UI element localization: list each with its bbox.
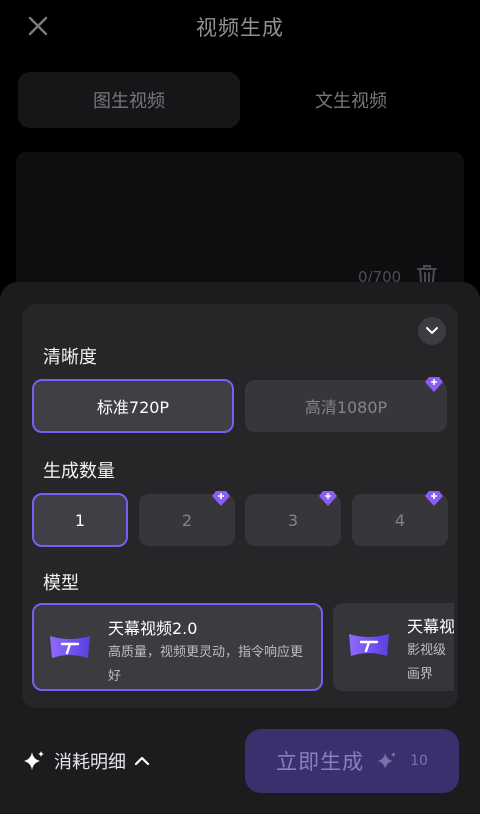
model-desc: 影视级画界 [407, 643, 447, 682]
resolution-1080p[interactable]: 高清1080P [245, 380, 447, 432]
model-desc: 高质量，视频更灵动，指令响应更好 [108, 645, 304, 684]
count-option-1[interactable]: 1 [32, 493, 128, 547]
cost-label: 消耗明细 [54, 752, 126, 773]
resolution-720p[interactable]: 标准720P [32, 379, 234, 433]
chevron-up-icon [134, 756, 150, 766]
collapse-button[interactable] [418, 317, 446, 345]
tab-text-to-video[interactable]: 文生视频 [240, 72, 462, 128]
diamond-icon [212, 491, 230, 506]
tab-image-to-video[interactable]: 图生视频 [18, 72, 240, 128]
sparkle-icon [377, 751, 397, 770]
tianmu-logo-icon [349, 634, 389, 656]
model-name: 天幕视频2.0 [108, 619, 198, 638]
cost-details-toggle[interactable]: 消耗明细 [22, 748, 150, 774]
sparkle-icon [24, 751, 44, 770]
model-card[interactable]: 天幕视 影视级画界 [333, 603, 454, 691]
diamond-icon [425, 491, 443, 506]
model-card[interactable]: 天幕视频2.0 高质量，视频更灵动，指令响应更好 [32, 603, 323, 691]
count-label: 生成数量 [43, 461, 115, 482]
model-name: 天幕视 [407, 617, 454, 636]
generate-label: 立即生成 [276, 750, 365, 774]
generate-button[interactable]: 立即生成 10 [245, 729, 459, 793]
model-carousel[interactable]: 天幕视频2.0 高质量，视频更灵动，指令响应更好 天幕视 影视级画界 [22, 600, 454, 696]
generate-cost: 10 [410, 753, 428, 769]
chevron-down-icon [426, 327, 438, 334]
page-title: 视频生成 [196, 16, 284, 40]
diamond-icon [319, 491, 337, 506]
diamond-icon [425, 377, 443, 392]
tianmu-logo-icon [50, 636, 90, 658]
model-label: 模型 [43, 573, 79, 594]
resolution-label: 清晰度 [43, 347, 97, 368]
